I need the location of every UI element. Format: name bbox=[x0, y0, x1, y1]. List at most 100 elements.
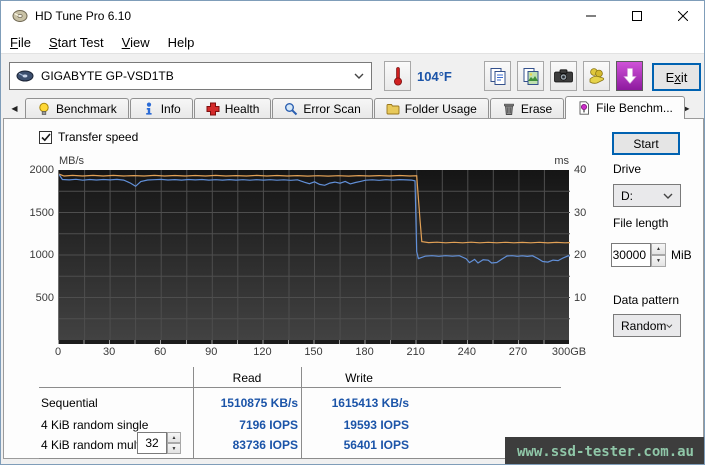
row-label-random-multi: 4 KiB random multi bbox=[41, 438, 142, 452]
copy-image-icon bbox=[522, 67, 540, 85]
file-length-input[interactable]: 30000 bbox=[611, 243, 651, 267]
drive-select[interactable]: D: bbox=[613, 184, 681, 207]
x-axis-tick: 180 bbox=[340, 346, 390, 358]
screenshot-button[interactable] bbox=[550, 61, 577, 91]
hand-coins-icon bbox=[587, 67, 606, 85]
random-single-write-value: 19593 IOPS bbox=[309, 418, 409, 432]
y-axis-left-tick: 1500 bbox=[11, 207, 54, 219]
random-multi-read-value: 83736 IOPS bbox=[201, 438, 298, 452]
table-header-rule bbox=[39, 387, 561, 388]
tab-file-benchmark[interactable]: File Benchm... bbox=[565, 96, 685, 119]
exit-button[interactable]: Exit bbox=[652, 63, 701, 91]
x-axis: 0306090120150180210240270300GB bbox=[58, 346, 569, 360]
y-axis-right-title: ms bbox=[546, 155, 569, 167]
chart-plot bbox=[58, 170, 569, 340]
row-label-sequential: Sequential bbox=[41, 396, 98, 410]
temperature-value: 104°F bbox=[417, 69, 452, 84]
file-benchmark-icon bbox=[577, 101, 591, 115]
data-pattern-value: Random bbox=[621, 319, 666, 333]
donate-button[interactable] bbox=[583, 61, 610, 91]
x-axis-tick: 30 bbox=[84, 346, 134, 358]
file-length-unit: MiB bbox=[671, 248, 692, 262]
x-axis-tick: 150 bbox=[289, 346, 339, 358]
watermark: www.ssd-tester.com.au bbox=[505, 437, 705, 465]
random-single-read-value: 7196 IOPS bbox=[201, 418, 298, 432]
tab-bar: ◀ Benchmark Info Health bbox=[1, 96, 705, 119]
disk-icon bbox=[16, 69, 34, 83]
sequential-read-value: 1510875 KB/s bbox=[201, 396, 298, 410]
close-button[interactable] bbox=[660, 1, 705, 31]
tab-benchmark[interactable]: Benchmark bbox=[25, 98, 129, 119]
y-axis-right-tick: 40 bbox=[574, 164, 604, 176]
random-multi-write-value: 56401 IOPS bbox=[309, 438, 409, 452]
read-column-header: Read bbox=[197, 371, 297, 385]
queue-depth-input[interactable]: 32 bbox=[137, 432, 167, 454]
tab-label: File Benchm... bbox=[596, 101, 673, 115]
tab-label: Folder Usage bbox=[405, 102, 477, 116]
drive-select-value: D: bbox=[621, 189, 633, 203]
drive-model-value: GIGABYTE GP-VSD1TB bbox=[41, 69, 174, 83]
x-axis-tick: 300GB bbox=[544, 346, 594, 358]
queue-depth-control: 32 ▲ ▼ bbox=[137, 432, 181, 454]
window-title: HD Tune Pro 6.10 bbox=[35, 9, 131, 23]
tab-label: Health bbox=[225, 102, 260, 116]
write-column-header: Write bbox=[307, 371, 411, 385]
save-button[interactable] bbox=[616, 61, 643, 91]
tab-label: Info bbox=[161, 102, 181, 116]
menu-start-test[interactable]: Start Test bbox=[40, 33, 113, 52]
y-axis-right-tick: 20 bbox=[574, 249, 604, 261]
menu-view[interactable]: View bbox=[113, 33, 159, 52]
y-axis-left-tick: 2000 bbox=[11, 164, 54, 176]
thermometer-icon bbox=[392, 66, 404, 86]
menu-help[interactable]: Help bbox=[159, 33, 204, 52]
tab-folder-usage[interactable]: Folder Usage bbox=[374, 98, 489, 119]
tab-scroll-left-icon[interactable]: ◀ bbox=[7, 100, 22, 117]
chevron-down-icon bbox=[354, 73, 364, 79]
health-cross-icon bbox=[206, 102, 220, 116]
toolbar: GIGABYTE GP-VSD1TB 104°F bbox=[1, 53, 705, 96]
chevron-down-icon bbox=[666, 323, 673, 329]
trash-icon bbox=[502, 102, 516, 116]
copy-text-button[interactable] bbox=[484, 61, 511, 91]
tab-error-scan[interactable]: Error Scan bbox=[272, 98, 372, 119]
queue-depth-down-icon[interactable]: ▼ bbox=[167, 443, 181, 454]
hd-tune-window: HD Tune Pro 6.10 File Start Test View He… bbox=[0, 0, 705, 465]
tab-erase[interactable]: Erase bbox=[490, 98, 564, 119]
drive-model-select[interactable]: GIGABYTE GP-VSD1TB bbox=[9, 62, 372, 90]
camera-icon bbox=[554, 69, 573, 83]
x-axis-tick: 120 bbox=[237, 346, 287, 358]
magnifier-icon bbox=[284, 102, 298, 116]
file-length-up-icon[interactable]: ▲ bbox=[651, 243, 666, 255]
data-pattern-select[interactable]: Random bbox=[613, 314, 681, 337]
app-disk-icon bbox=[12, 8, 28, 24]
folder-icon bbox=[386, 102, 400, 116]
start-button[interactable]: Start bbox=[612, 132, 680, 155]
queue-depth-up-icon[interactable]: ▲ bbox=[167, 432, 181, 443]
tab-label: Erase bbox=[521, 102, 552, 116]
temperature-button[interactable] bbox=[384, 61, 411, 91]
data-pattern-label: Data pattern bbox=[613, 293, 679, 307]
copy-text-icon bbox=[489, 67, 507, 85]
table-divider-2 bbox=[301, 367, 302, 458]
sequential-write-value: 1615413 KB/s bbox=[309, 396, 409, 410]
transfer-speed-label: Transfer speed bbox=[58, 130, 138, 144]
menu-file[interactable]: File bbox=[1, 33, 40, 52]
x-axis-ticks bbox=[58, 340, 569, 344]
x-axis-tick: 90 bbox=[186, 346, 236, 358]
tab-label: Error Scan bbox=[303, 102, 360, 116]
x-axis-tick: 270 bbox=[493, 346, 543, 358]
x-axis-tick: 210 bbox=[391, 346, 441, 358]
file-length-control: 30000 ▲ ▼ MiB bbox=[611, 243, 692, 267]
download-arrow-icon bbox=[622, 67, 638, 85]
tab-health[interactable]: Health bbox=[194, 98, 272, 119]
lightbulb-icon bbox=[37, 102, 51, 116]
transfer-speed-checkbox[interactable] bbox=[39, 131, 52, 144]
minimize-button[interactable] bbox=[568, 1, 614, 31]
maximize-button[interactable] bbox=[614, 1, 660, 31]
tab-label: Benchmark bbox=[56, 102, 117, 116]
title-bar: HD Tune Pro 6.10 bbox=[1, 1, 705, 31]
copy-image-button[interactable] bbox=[517, 61, 544, 91]
file-length-down-icon[interactable]: ▼ bbox=[651, 255, 666, 267]
tab-info[interactable]: Info bbox=[130, 98, 193, 119]
y-axis-left: 200015001000500 bbox=[11, 170, 54, 340]
